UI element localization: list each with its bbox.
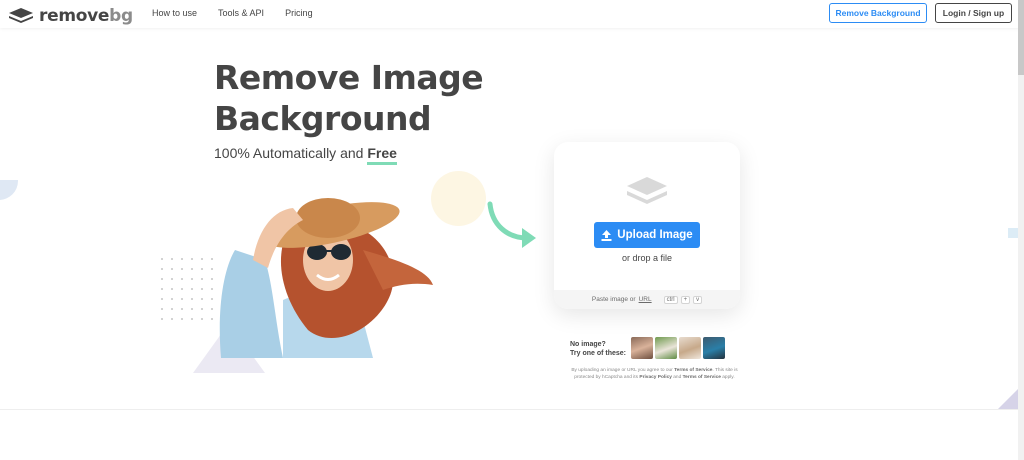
upload-image-label: Upload Image [617, 229, 693, 241]
login-signup-button[interactable]: Login / Sign up [935, 3, 1012, 23]
url-link[interactable]: URL [639, 296, 652, 303]
terms-link[interactable]: Terms of Service [674, 368, 712, 373]
terms-link-hcaptcha[interactable]: Terms of Service [683, 375, 721, 380]
free-highlight: Free [367, 145, 397, 165]
hero-subtitle: 100% Automatically and Free [214, 145, 397, 165]
decorative-circle [431, 171, 486, 226]
logo-icon [9, 8, 33, 23]
sample-product-thumbnail[interactable] [679, 337, 701, 359]
key-v: v [693, 295, 703, 304]
arrow-icon [487, 201, 536, 248]
sample-person-thumbnail[interactable] [631, 337, 653, 359]
decorative-triangle-right [998, 389, 1018, 409]
drop-file-text: or drop a file [621, 253, 673, 263]
top-navbar: removebg How to use Tools & API Pricing … [0, 0, 1024, 28]
decorative-shape [0, 180, 18, 200]
decorative-square [1008, 228, 1018, 238]
scrollbar-thumb[interactable] [1018, 0, 1024, 75]
upload-icon [601, 229, 612, 241]
remove-background-button[interactable]: Remove Background [829, 3, 927, 23]
sample-car-thumbnail[interactable] [703, 337, 725, 359]
logo[interactable]: removebg [9, 6, 133, 26]
page-title: Remove Image Background [214, 58, 484, 138]
nav-pricing[interactable]: Pricing [285, 8, 313, 18]
upload-image-button[interactable]: Upload Image [594, 222, 700, 248]
page-scrollbar[interactable] [1018, 0, 1024, 460]
main-nav: How to use Tools & API Pricing [152, 8, 313, 18]
decorative-dots [157, 254, 217, 326]
key-plus: + [680, 295, 691, 304]
no-image-label: No image? Try one of these: [570, 341, 627, 357]
logo-text: removebg [39, 6, 133, 26]
nav-how-to-use[interactable]: How to use [152, 8, 197, 18]
hero-photo [219, 198, 433, 358]
layers-icon [627, 177, 667, 204]
key-ctrl: ctrl [663, 295, 678, 304]
paste-text: Paste image or [591, 296, 636, 303]
upload-card[interactable]: Upload Image or drop a file Paste image … [554, 142, 740, 309]
paste-hint: Paste image or URL ctrl + v [554, 290, 740, 309]
sample-animal-thumbnail[interactable] [655, 337, 677, 359]
terms-notice: By uploading an image or URL you agree t… [571, 368, 738, 380]
privacy-policy-link[interactable]: Privacy Policy [639, 375, 672, 380]
sample-images [631, 337, 725, 359]
section-divider [0, 409, 1018, 410]
nav-tools-api[interactable]: Tools & API [218, 8, 264, 18]
